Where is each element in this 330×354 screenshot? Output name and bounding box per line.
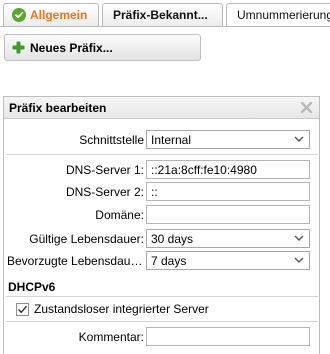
- domain-label: Domäne:: [95, 208, 144, 222]
- domain-row: Domäne:: [4, 204, 321, 226]
- tab-allgemein[interactable]: Allgemein: [3, 3, 99, 26]
- divider: [6, 321, 318, 322]
- tab-prefix-bekanntgabe[interactable]: Präfix-Bekannt...: [102, 3, 223, 26]
- preferred-lifetime-value: 7 days: [151, 253, 187, 268]
- dns2-label: DNS-Server 2:: [65, 185, 144, 199]
- dns2-row: DNS-Server 2: ::: [4, 181, 321, 203]
- valid-lifetime-select[interactable]: 30 days: [146, 229, 310, 248]
- dns2-value: ::: [151, 184, 158, 199]
- dns1-label: DNS-Server 1:: [65, 163, 144, 177]
- dns2-input[interactable]: ::: [146, 182, 310, 201]
- divider: [6, 154, 318, 155]
- comment-label: Kommentar:: [78, 330, 144, 344]
- dialog-header: Präfix bearbeiten: [4, 97, 319, 119]
- chevron-down-icon: [294, 136, 304, 142]
- comment-input[interactable]: [146, 327, 310, 346]
- checkmark-icon: [18, 305, 28, 313]
- tab-divider: [0, 26, 330, 27]
- new-prefix-button[interactable]: Neues Präfix...: [4, 34, 201, 61]
- dns1-value: ::21a:8cff:fe10:4980: [151, 162, 257, 177]
- dns1-row: DNS-Server 1: ::21a:8cff:fe10:4980: [4, 159, 321, 181]
- tab-umnummerierung[interactable]: Umnummerierung: [226, 3, 330, 26]
- interface-value: Internal: [151, 132, 192, 147]
- check-icon: [12, 8, 26, 22]
- close-icon[interactable]: [300, 101, 313, 114]
- preferred-lifetime-label: Bevorzugte Lebensdauer:: [7, 254, 144, 268]
- interface-select[interactable]: Internal: [146, 130, 310, 149]
- valid-lifetime-label: Gültige Lebensdauer:: [29, 232, 144, 246]
- valid-lifetime-row: Gültige Lebensdauer: 30 days: [4, 228, 321, 250]
- dialog-title: Präfix bearbeiten: [9, 100, 107, 115]
- comment-row: Kommentar:: [4, 326, 321, 348]
- chevron-down-icon: [294, 235, 304, 241]
- preferred-lifetime-row: Bevorzugte Lebensdauer: 7 days: [4, 250, 321, 272]
- divider: [6, 296, 318, 297]
- stateless-server-checkbox-row[interactable]: Zustandsloser integrierter Server: [16, 302, 209, 316]
- preferred-lifetime-select[interactable]: 7 days: [146, 251, 310, 270]
- tab-label: Allgemein: [30, 8, 88, 22]
- stateless-server-label: Zustandsloser integrierter Server: [34, 302, 209, 316]
- stateless-server-checkbox[interactable]: [16, 302, 29, 316]
- chevron-down-icon: [294, 257, 304, 263]
- dns1-input[interactable]: ::21a:8cff:fe10:4980: [146, 160, 310, 179]
- tab-label: Präfix-Bekannt...: [113, 8, 208, 22]
- plus-icon: [12, 41, 25, 54]
- interface-row: Schnittstelle Internal: [4, 129, 321, 151]
- domain-input[interactable]: [146, 205, 310, 224]
- interface-label: Schnittstelle: [79, 133, 144, 147]
- valid-lifetime-value: 30 days: [151, 231, 194, 246]
- new-prefix-label: Neues Präfix...: [30, 40, 113, 55]
- dhcpv6-section-title: DHCPv6: [8, 280, 56, 294]
- edit-prefix-dialog: Präfix bearbeiten Schnittstelle Internal…: [3, 96, 320, 354]
- tab-bar: Allgemein Präfix-Bekannt... Umnummerieru…: [0, 0, 330, 27]
- tab-label: Umnummerierung: [237, 8, 330, 22]
